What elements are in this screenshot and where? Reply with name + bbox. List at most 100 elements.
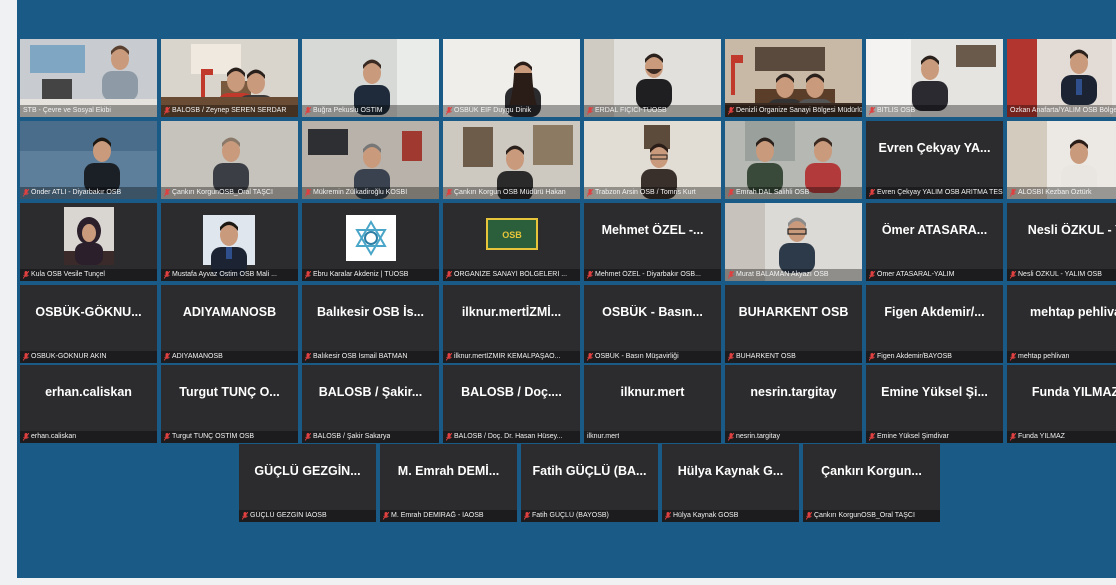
participant-name-label: ORGANİZE SANAYİ BÖLGELERİ ... bbox=[454, 271, 568, 278]
participant-name-label: BUHARKENT OSB bbox=[736, 353, 796, 360]
participant-tile[interactable]: Balıkesir OSB İs... Balıkesir OSB İsmail … bbox=[302, 285, 439, 363]
participant-tile[interactable]: erhan.caliskan erhan.caliskan bbox=[20, 365, 157, 443]
participant-name-bar: ERDAL FIÇICI-TÜOSB bbox=[584, 105, 721, 117]
participant-tile[interactable]: Buğra Pekuslu OSTİM bbox=[302, 39, 439, 117]
participant-display-name: Evren Çekyay YA... bbox=[878, 141, 991, 155]
participant-tile[interactable]: Emrah DAL Salihli OSB bbox=[725, 121, 862, 199]
mic-muted-icon bbox=[23, 271, 29, 279]
participant-name-bar: BALOSB / Şakir Sakarya bbox=[302, 431, 439, 443]
participant-tile[interactable]: Fatih GÜÇLÜ (BA... Fatih GÜÇLÜ (BAYOSB) bbox=[521, 444, 658, 522]
participant-display-name: Fatih GÜÇLÜ (BA... bbox=[532, 464, 647, 478]
mic-muted-icon bbox=[728, 107, 734, 115]
participant-tile[interactable]: Çankırı Korgun... Çankırı KorgunOSB_Oral … bbox=[803, 444, 940, 522]
participant-tile[interactable]: Evren Çekyay YA... Evren Çekyay YALIM OSB… bbox=[866, 121, 1003, 199]
participant-tile[interactable]: Kula OSB Vesile Tunçel bbox=[20, 203, 157, 281]
mic-muted-icon bbox=[587, 189, 593, 197]
participant-tile[interactable]: mehtap pehliva mehtap pehlivan bbox=[1007, 285, 1116, 363]
participant-name-label: Çankırı KorgunOSB_Oral TAŞCI bbox=[814, 512, 915, 519]
participant-tile[interactable]: Mehmet ÖZEL -... Mehmet ÖZEL - Diyarbakır… bbox=[584, 203, 721, 281]
participant-name-bar: M. Emrah DEMİRAĞ - İAOSB bbox=[380, 510, 517, 522]
mic-muted-icon bbox=[23, 433, 29, 441]
participant-tile[interactable]: ilknur.mert ilknur.mert bbox=[584, 365, 721, 443]
mic-muted-icon bbox=[164, 107, 170, 115]
participant-name-bar: Önder ATLI - Diyarbakır OSB bbox=[20, 187, 157, 199]
participant-display-name: M. Emrah DEMİ... bbox=[397, 464, 500, 478]
participant-name-bar: BALOSB / Zeynep SEREN SERDAR bbox=[161, 105, 298, 117]
participant-tile[interactable]: ERDAL FIÇICI-TÜOSB bbox=[584, 39, 721, 117]
participant-tile[interactable]: STB - Çevre ve Sosyal Ekibi bbox=[20, 39, 157, 117]
participant-tile[interactable]: BALOSB / Doç.... BALOSB / Doç. Dr. Hasan … bbox=[443, 365, 580, 443]
participant-tile[interactable]: BUHARKENT OSB BUHARKENT OSB bbox=[725, 285, 862, 363]
participant-tile[interactable]: M. Emrah DEMİ... M. Emrah DEMİRAĞ - İAOSB bbox=[380, 444, 517, 522]
participant-tile[interactable]: Çankırı Korgun OSB Müdürü Hakan bbox=[443, 121, 580, 199]
participant-tile[interactable]: ALOSBİ Kezban Öztürk bbox=[1007, 121, 1116, 199]
participant-tile[interactable]: Trabzon Arsin OSB / Tomris Kurt bbox=[584, 121, 721, 199]
participant-tile[interactable]: Murat BALAMAN Akyazı OSB bbox=[725, 203, 862, 281]
participant-tile[interactable]: Funda YILMAZ Funda YILMAZ bbox=[1007, 365, 1116, 443]
participant-tile[interactable]: Hülya Kaynak G... Hülya Kaynak GOSB bbox=[662, 444, 799, 522]
participant-display-name: mehtap pehliva bbox=[1030, 305, 1116, 319]
participant-name-label: BALOSB / Şakir Sakarya bbox=[313, 433, 391, 440]
participant-display-name: BALOSB / Şakir... bbox=[318, 385, 423, 399]
participant-display-name: OSBÜK-GÖKNU... bbox=[35, 305, 142, 319]
participant-display-name: Balıkesir OSB İs... bbox=[317, 305, 424, 319]
participant-name-bar: BALOSB / Doç. Dr. Hasan Hüsey... bbox=[443, 431, 580, 443]
participant-tile[interactable]: BALOSB / Şakir... BALOSB / Şakir Sakarya bbox=[302, 365, 439, 443]
participant-tile[interactable]: Turgut TUNÇ O... Turgut TUNÇ OSTİM OSB bbox=[161, 365, 298, 443]
participant-name-bar: ilknur.mert bbox=[584, 431, 721, 443]
mic-muted-icon bbox=[446, 271, 452, 279]
participant-tile[interactable]: Çankırı KorgunOSB_Oral TAŞCI bbox=[161, 121, 298, 199]
participant-display-name: Funda YILMAZ bbox=[1031, 385, 1116, 399]
participant-name-bar: STB - Çevre ve Sosyal Ekibi bbox=[20, 105, 157, 117]
participant-tile[interactable]: Denizli Organize Sanayi Bölgesi Müdürlüğ… bbox=[725, 39, 862, 117]
participant-name-label: Ömer ATASARAL-YALIM bbox=[877, 271, 955, 278]
participant-name-bar: ilknur.mertİZMİR KEMALPAŞAO... bbox=[443, 351, 580, 363]
participant-name-bar: ADIYAMANOSB bbox=[161, 351, 298, 363]
participant-name-bar: BİTLİS OSB bbox=[866, 105, 1003, 117]
participant-tile[interactable]: OSBÜK - Basın... OSBÜK - Basın Müşavirliğ… bbox=[584, 285, 721, 363]
participant-display-name: nesrin.targitay bbox=[750, 385, 837, 399]
mic-muted-icon bbox=[305, 107, 311, 115]
participant-name-label: Hülya Kaynak GOSB bbox=[673, 512, 739, 519]
participant-tile[interactable]: BALOSB / Zeynep SEREN SERDAR bbox=[161, 39, 298, 117]
mic-muted-icon bbox=[587, 107, 593, 115]
participant-tile[interactable]: GÜÇLÜ GEZGİN... GÜÇLÜ GEZGİN İAOSB bbox=[239, 444, 376, 522]
participant-name-bar: Fatih GÜÇLÜ (BAYOSB) bbox=[521, 510, 658, 522]
participant-tile[interactable]: Ebru Karalar Akdeniz | TÜOSB bbox=[302, 203, 439, 281]
participant-display-name: GÜÇLÜ GEZGİN... bbox=[254, 464, 361, 478]
participant-tile[interactable]: Önder ATLI - Diyarbakır OSB bbox=[20, 121, 157, 199]
participant-tile[interactable]: Mükremin Zülkadiroğlu KOSBİ bbox=[302, 121, 439, 199]
participant-tile[interactable]: BİTLİS OSB bbox=[866, 39, 1003, 117]
participant-tile[interactable]: Emine Yüksel Şi... Emine Yüksel Şimdivar bbox=[866, 365, 1003, 443]
participant-tile[interactable]: Nesli ÖZKUL - Y Nesli ÖZKUL - YALIM OSB bbox=[1007, 203, 1116, 281]
participant-tile[interactable]: OSBÜK-GÖKNU... OSBÜK-GÖKNUR AKIN bbox=[20, 285, 157, 363]
participant-name-label: ERDAL FIÇICI-TÜOSB bbox=[595, 107, 667, 114]
participant-name-label: Özkan Anafarta/YALIM OSB Bölge Müdürü bbox=[1010, 107, 1116, 114]
participant-name-bar: Kula OSB Vesile Tunçel bbox=[20, 269, 157, 281]
participant-tile[interactable]: ilknur.mertİZMİ... ilknur.mertİZMİR KEMAL… bbox=[443, 285, 580, 363]
participant-name-label: Mükremin Zülkadiroğlu KOSBİ bbox=[313, 189, 408, 196]
participant-name-bar: Murat BALAMAN Akyazı OSB bbox=[725, 269, 862, 281]
participant-name-label: ilknur.mert bbox=[587, 433, 620, 440]
participant-name-label: Önder ATLI - Diyarbakır OSB bbox=[31, 189, 122, 196]
mic-muted-icon bbox=[869, 433, 875, 441]
participant-tile[interactable]: Mustafa Ayvaz Ostim OSB Mali ... bbox=[161, 203, 298, 281]
participant-tile[interactable]: Figen Akdemir/... Figen Akdemir/BAYOSB bbox=[866, 285, 1003, 363]
participant-name-bar: Balıkesir OSB İsmail BATMAN bbox=[302, 351, 439, 363]
participant-name-label: mehtap pehlivan bbox=[1018, 353, 1070, 360]
participant-tile[interactable]: OSBÜK EİF Duygu Dinik bbox=[443, 39, 580, 117]
participant-name-bar: Özkan Anafarta/YALIM OSB Bölge Müdürü bbox=[1007, 105, 1116, 117]
participant-display-name: Nesli ÖZKUL - Y bbox=[1027, 223, 1116, 237]
participant-name-label: BİTLİS OSB bbox=[877, 107, 916, 114]
mic-muted-icon bbox=[305, 353, 311, 361]
participant-tile[interactable]: Ömer ATASARA... Ömer ATASARAL-YALIM bbox=[866, 203, 1003, 281]
participant-name-bar: Denizli Organize Sanayi Bölgesi Müdürlüğ… bbox=[725, 105, 862, 117]
participant-name-bar: nesrin.targitay bbox=[725, 431, 862, 443]
participant-tile[interactable]: nesrin.targitay nesrin.targitay bbox=[725, 365, 862, 443]
participant-tile[interactable]: OSB ORGANİZE SANAYİ BÖLGELERİ ... bbox=[443, 203, 580, 281]
participant-tile[interactable]: Özkan Anafarta/YALIM OSB Bölge Müdürü bbox=[1007, 39, 1116, 117]
participant-name-label: Evren Çekyay YALIM OSB ARITMA TESİSİ MÜ.… bbox=[877, 189, 1003, 196]
participant-tile[interactable]: ADIYAMANOSB ADIYAMANOSB bbox=[161, 285, 298, 363]
participant-name-label: Figen Akdemir/BAYOSB bbox=[877, 353, 952, 360]
video-meeting-screen: STB - Çevre ve Sosyal Ekibi BALOSB / Zey… bbox=[17, 0, 1116, 578]
